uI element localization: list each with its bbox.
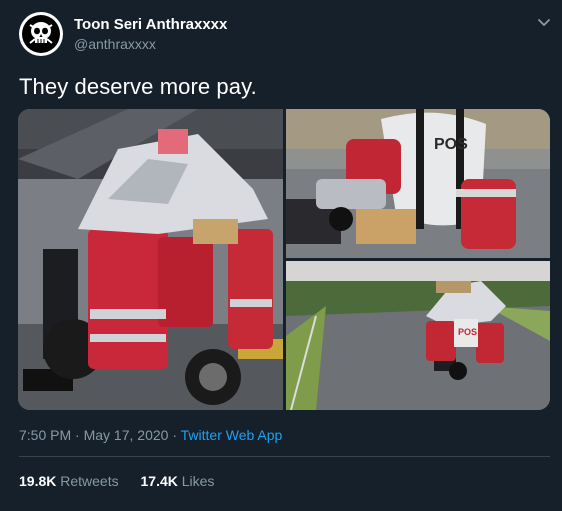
divider: [19, 456, 550, 457]
bag-label-bottom: POS: [458, 327, 477, 337]
timestamp-separator-2: ·: [172, 427, 177, 443]
photo-rider-on-road[interactable]: POS: [286, 261, 550, 410]
chevron-down-icon[interactable]: [536, 14, 552, 30]
likes-count: 17.4K: [140, 473, 178, 489]
display-name[interactable]: Toon Seri Anthraxxxx: [74, 16, 227, 33]
tweet-timestamp: 7:50 PM · May 17, 2020 · Twitter Web App: [19, 427, 282, 443]
likes-stat[interactable]: 17.4K Likes: [141, 473, 215, 489]
retweets-label: Retweets: [60, 473, 119, 489]
tweet: Toon Seri Anthraxxxx @anthraxxxx They de…: [0, 0, 562, 511]
bag-label-top: POS: [434, 136, 468, 153]
tweet-source-link[interactable]: Twitter Web App: [181, 427, 283, 443]
tweet-date[interactable]: May 17, 2020: [84, 427, 169, 443]
media-grid[interactable]: POS POS: [18, 109, 550, 410]
retweets-count: 19.8K: [19, 473, 57, 489]
photo-parcels-closeup[interactable]: POS: [286, 109, 550, 258]
tweet-text: They deserve more pay.: [19, 74, 257, 99]
engagement-stats: 19.8K Retweets 17.4K Likes: [19, 473, 232, 489]
tweet-time[interactable]: 7:50 PM: [19, 427, 71, 443]
retweets-stat[interactable]: 19.8K Retweets: [19, 473, 123, 489]
timestamp-separator: ·: [75, 427, 80, 443]
skull-logo-icon: [22, 15, 60, 53]
user-handle[interactable]: @anthraxxxx: [74, 36, 156, 52]
photo-postman-motorcycle[interactable]: [18, 109, 283, 410]
avatar[interactable]: [19, 12, 63, 56]
likes-label: Likes: [181, 473, 215, 489]
